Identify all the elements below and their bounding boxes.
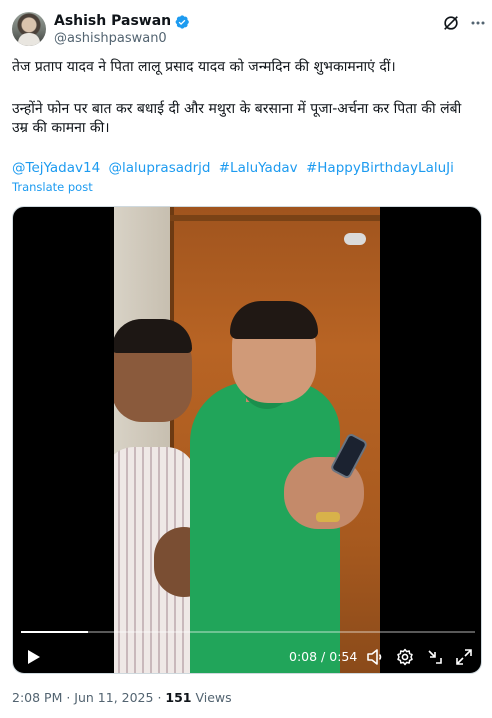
video-time: 0:08 / 0:54	[289, 649, 358, 664]
video-player[interactable]: 0:08 / 0:54	[12, 206, 482, 674]
view-count: 151	[165, 690, 192, 705]
settings-gear-icon[interactable]	[395, 647, 415, 667]
current-time: 0:08	[289, 649, 318, 664]
video-progress-bar[interactable]	[21, 631, 475, 633]
avatar[interactable]	[12, 12, 46, 46]
hashtag-link[interactable]: #LaluYadav	[219, 160, 298, 176]
video-progress-fill	[21, 631, 89, 633]
post-text-paragraph-1: तेज प्रताप यादव ने पिता लालू प्रसाद यादव…	[12, 59, 396, 75]
video-frame[interactable]	[114, 207, 380, 673]
mention-link[interactable]: @TejYadav14	[12, 160, 100, 176]
verified-badge-icon	[175, 14, 189, 29]
minimize-player-icon[interactable]	[425, 647, 445, 667]
fullscreen-icon[interactable]	[454, 647, 474, 667]
author-display-name[interactable]: Ashish Paswan	[54, 13, 171, 30]
post-mentions: @TejYadav14 @laluprasadrjd #LaluYadav #H…	[12, 159, 458, 177]
mention-link[interactable]: @laluprasadrjd	[108, 160, 210, 176]
duration: 0:54	[329, 649, 358, 664]
play-icon[interactable]	[23, 647, 43, 667]
grok-icon[interactable]	[442, 14, 460, 32]
hashtag-link[interactable]: #HappyBirthdayLaluJi	[306, 160, 454, 176]
post-text-paragraph-2: उन्होंने फोन पर बात कर बधाई दी और मथुरा …	[12, 101, 462, 136]
post-meta: 2:08 PM · Jun 11, 2025 · 151 Views	[12, 690, 232, 705]
volume-icon[interactable]	[365, 647, 385, 667]
video-controls: 0:08 / 0:54	[13, 643, 481, 671]
post-header: Ashish Paswan @ashishpaswan0	[12, 12, 485, 48]
post-date[interactable]: Jun 11, 2025	[74, 690, 153, 705]
translate-post-link[interactable]: Translate post	[12, 180, 93, 194]
author-name-row: Ashish Paswan	[54, 13, 190, 30]
more-options-icon[interactable]	[470, 15, 486, 31]
post-time[interactable]: 2:08 PM	[12, 690, 62, 705]
views-label: Views	[191, 690, 232, 705]
author-handle[interactable]: @ashishpaswan0	[54, 31, 167, 47]
